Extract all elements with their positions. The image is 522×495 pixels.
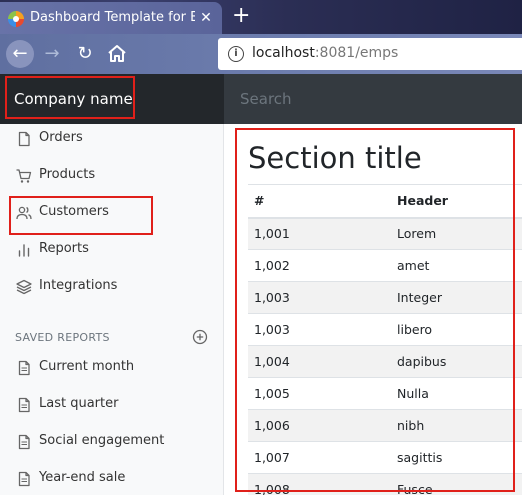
- saved-report-last-quarter[interactable]: Last quarter: [0, 390, 223, 420]
- search-input[interactable]: [224, 74, 522, 124]
- tab-title: Dashboard Template for Boo: [30, 10, 195, 25]
- sidebar-item-reports[interactable]: Reports: [0, 235, 223, 265]
- shopping-cart-icon: [16, 168, 32, 184]
- file-text-icon: [16, 397, 32, 413]
- file-text-icon: [16, 471, 32, 487]
- browser-toolbar: ← → ↻ i localhost:8081/emps: [0, 34, 522, 74]
- sidebar-item-integrations[interactable]: Integrations: [0, 272, 223, 302]
- sidebar: Orders Products Customers Reports Integr…: [0, 124, 224, 495]
- sidebar-item-label: Reports: [39, 241, 89, 256]
- highlight-box-brand: [5, 76, 135, 119]
- browser-tab[interactable]: Dashboard Template for Boo ✕: [0, 2, 222, 34]
- sidebar-item-label: Orders: [39, 130, 83, 145]
- url-text: localhost:8081/emps: [252, 45, 398, 61]
- plus-circle-icon[interactable]: [192, 329, 208, 345]
- sidebar-item-label: Integrations: [39, 278, 118, 293]
- saved-report-social-engagement[interactable]: Social engagement: [0, 427, 223, 457]
- saved-report-current-month[interactable]: Current month: [0, 353, 223, 383]
- favicon-icon: [8, 11, 24, 27]
- info-icon[interactable]: i: [228, 46, 244, 62]
- sidebar-item-label: Products: [39, 167, 96, 182]
- saved-report-label: Current month: [39, 359, 135, 374]
- address-bar[interactable]: i localhost:8081/emps: [218, 38, 522, 70]
- close-tab-icon[interactable]: ✕: [198, 9, 214, 27]
- reload-icon[interactable]: ↻: [73, 40, 97, 68]
- file-text-icon: [16, 360, 32, 376]
- saved-reports-heading: SAVED REPORTS: [15, 331, 110, 344]
- url-host: localhost: [252, 45, 315, 61]
- forward-arrow-icon[interactable]: →: [40, 40, 64, 68]
- highlight-box-table: [235, 128, 515, 492]
- home-icon[interactable]: [106, 42, 128, 66]
- highlight-box-customers: [9, 196, 153, 235]
- bar-chart-icon: [16, 242, 32, 258]
- saved-report-year-end-sale[interactable]: Year-end sale: [0, 464, 223, 494]
- sidebar-item-products[interactable]: Products: [0, 161, 223, 191]
- sidebar-item-orders[interactable]: Orders: [0, 124, 223, 154]
- browser-tab-strip: Dashboard Template for Boo ✕ +: [0, 0, 522, 34]
- saved-report-label: Social engagement: [39, 433, 165, 448]
- layers-icon: [16, 279, 32, 295]
- saved-report-label: Last quarter: [39, 396, 119, 411]
- file-icon: [16, 131, 32, 147]
- url-path: :8081/emps: [314, 45, 399, 61]
- saved-report-label: Year-end sale: [39, 470, 126, 485]
- new-tab-icon[interactable]: +: [232, 3, 250, 29]
- file-text-icon: [16, 434, 32, 450]
- back-arrow-icon[interactable]: ←: [6, 40, 34, 68]
